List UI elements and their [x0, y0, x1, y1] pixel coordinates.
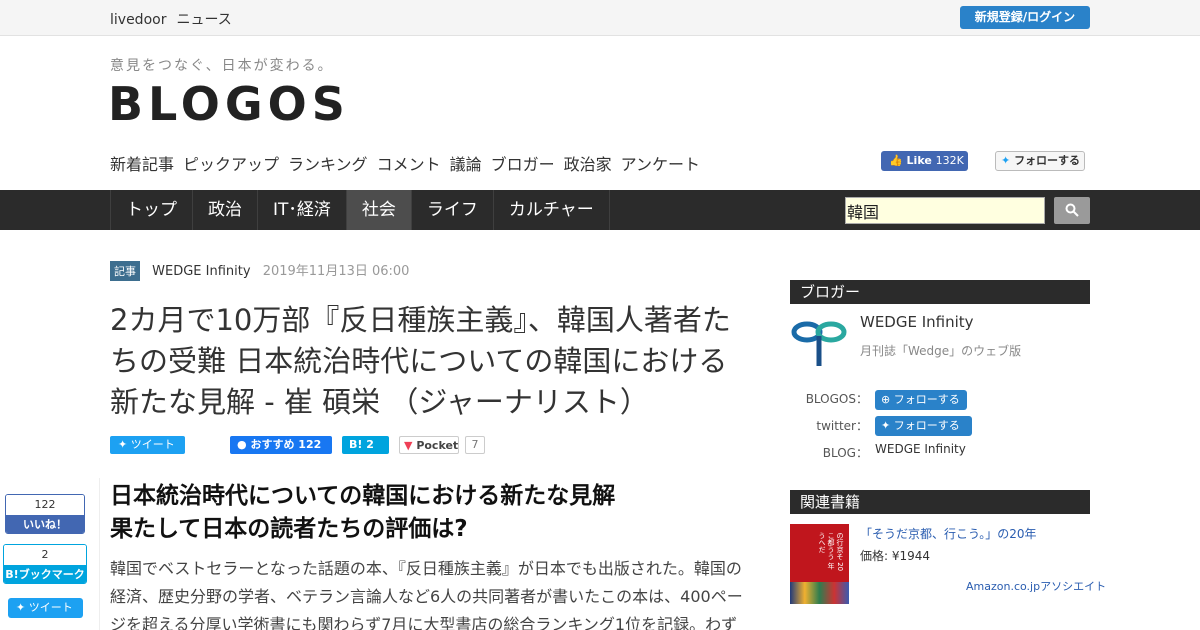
search-input[interactable]	[845, 197, 1045, 224]
top-bar: livedoor ニュース 新規登録/ログイン	[0, 0, 1200, 36]
blog-link[interactable]: WEDGE Infinity	[875, 442, 966, 456]
pocket-count: 7	[465, 436, 485, 454]
blogos-label: BLOGOS：	[805, 392, 868, 406]
article-subhead: 日本統治時代についての韓国における新たな見解 果たして日本の読者たちの評価は?	[110, 483, 616, 542]
book-cover[interactable]: の行京そ 20こ都うう 年うへだ	[790, 524, 849, 604]
books-heading: 関連書籍	[790, 490, 1090, 514]
like-count: 132K	[935, 154, 964, 167]
floating-like-count: 122	[6, 495, 84, 515]
subnav-bloggers[interactable]: ブロガー	[491, 155, 555, 174]
twitter-label: twitter：	[816, 419, 868, 433]
blogger-name[interactable]: WEDGE Infinity	[860, 313, 974, 331]
hatena-bookmark-button[interactable]: B! 2	[342, 436, 389, 454]
sidebar-twitter-follow-button[interactable]: ✦ フォローする	[875, 416, 972, 436]
article-tag: 記事	[110, 261, 140, 281]
tweet-button[interactable]: ✦ ツイート	[110, 436, 185, 454]
subnav-ranking[interactable]: ランキング	[288, 155, 368, 174]
blogger-description: 月刊誌「Wedge」のウェブ版	[860, 344, 1022, 358]
nav-life[interactable]: ライフ	[410, 190, 493, 230]
nav-top[interactable]: トップ	[110, 190, 192, 230]
nav-politics[interactable]: 政治	[192, 190, 257, 230]
article-title: 2カ月で10万部『反日種族主義』、韓国人著者たちの受難 日本統治時代についての韓…	[110, 303, 731, 419]
article-source[interactable]: WEDGE Infinity	[152, 264, 250, 279]
floating-hatena-count: 2	[4, 545, 86, 565]
subnav-discussion[interactable]: 議論	[450, 155, 482, 174]
site-tagline: 意見をつなぐ、日本が変わる。	[110, 58, 334, 74]
floating-hatena-label: B!ブックマーク	[4, 565, 86, 583]
blog-label: BLOG：	[822, 446, 868, 460]
pocket-icon: ▼	[404, 439, 413, 452]
subnav-new-articles[interactable]: 新着記事	[110, 155, 174, 174]
thumbs-up-icon: 👍	[889, 154, 903, 167]
fb-count: 122	[298, 438, 322, 451]
amazon-associate-link[interactable]: Amazon.co.jpアソシエイト	[966, 578, 1106, 594]
subnav-politicians[interactable]: 政治家	[564, 155, 612, 174]
search-button[interactable]	[1054, 197, 1090, 224]
nav-society[interactable]: 社会	[345, 190, 411, 230]
nav-it-economy[interactable]: IT･経済	[257, 190, 346, 230]
news-link[interactable]: ニュース	[176, 12, 231, 28]
twitter-bird-icon: ✦	[1001, 154, 1011, 167]
livedoor-link[interactable]: livedoor	[110, 12, 166, 28]
sub-navigation: 新着記事 ピックアップ ランキング コメント 議論 ブロガー 政治家 アンケート	[110, 151, 709, 175]
twitter-bird-icon: ✦	[118, 438, 128, 451]
floating-like-button[interactable]: 122 いいね！	[5, 494, 85, 534]
subnav-pickup[interactable]: ピックアップ	[183, 155, 279, 174]
site-brand[interactable]: livedoor ニュース	[110, 9, 242, 29]
facebook-like-button[interactable]: 👍 Like 132K	[881, 151, 968, 171]
wedge-logo	[791, 321, 847, 366]
facebook-recommend-button[interactable]: ● おすすめ 122	[230, 436, 332, 454]
plus-icon: ⊕	[881, 393, 891, 406]
twitter-follow-button[interactable]: ✦ フォローする	[995, 151, 1085, 171]
floating-tweet-button[interactable]: ✦ ツイート	[8, 598, 83, 618]
pocket-button[interactable]: ▼ Pocket	[399, 436, 459, 454]
register-login-button[interactable]: 新規登録/ログイン	[960, 6, 1090, 29]
blogger-heading: ブロガー	[790, 280, 1090, 304]
book-cover-text: の行京そ 20こ都うう 年うへだ	[818, 532, 844, 572]
book-cover-photo-strip	[790, 582, 849, 604]
book-price: 価格: ¥1944	[860, 549, 931, 563]
blogos-follow-button[interactable]: ⊕ フォローする	[875, 390, 967, 410]
floating-hatena-button[interactable]: 2 B!ブックマーク	[3, 544, 87, 584]
twitter-bird-icon: ✦	[881, 419, 891, 432]
article-body: 韓国でベストセラーとなった話題の本、『反日種族主義』が日本でも出版された。韓国の…	[110, 559, 743, 630]
article-date: 2019年11月13日 06:00	[262, 264, 410, 279]
book-title[interactable]: 「そうだ京都、行こう。」の20年	[860, 525, 1037, 542]
facebook-icon: ●	[237, 438, 247, 451]
floating-like-label: いいね！	[6, 515, 84, 533]
nav-culture[interactable]: カルチャー	[492, 190, 610, 230]
blogos-logo[interactable]: BLOGOS	[108, 78, 350, 130]
hatena-count: 2	[366, 438, 374, 451]
article-meta: 記事 WEDGE Infinity 2019年11月13日 06:00	[110, 260, 409, 281]
subnav-comments[interactable]: コメント	[377, 155, 441, 174]
twitter-bird-icon: ✦	[16, 601, 26, 614]
search-icon	[1065, 203, 1079, 217]
subnav-survey[interactable]: アンケート	[621, 155, 700, 174]
